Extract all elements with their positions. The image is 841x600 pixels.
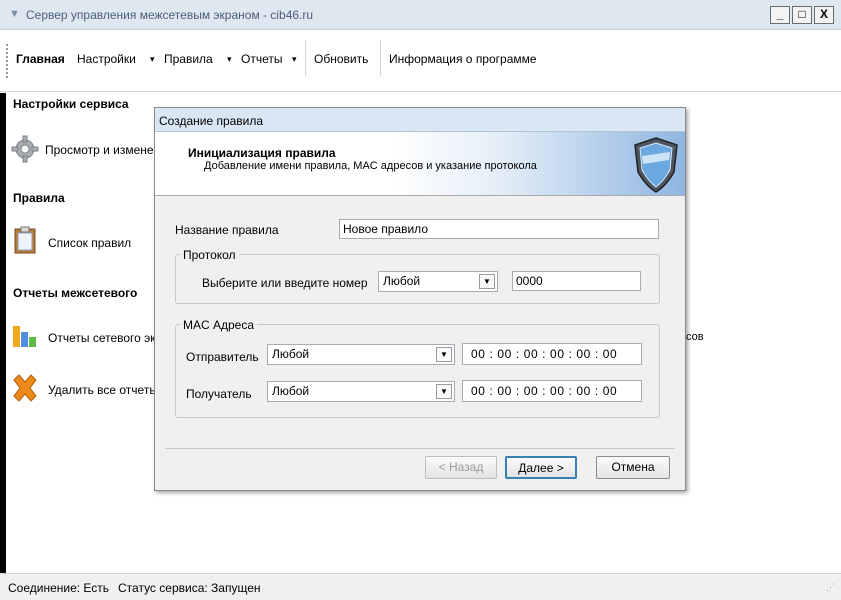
status-bar: Соединение: Есть Статус сервиса: Запущен [0,573,841,600]
sidebar-item-rule-list[interactable]: Список правил [48,236,131,250]
menu-separator [305,40,306,76]
protocol-group-label: Протокол [180,248,239,262]
window-titlebar: ▼ Сервер управления межсетевым экраном -… [0,0,841,30]
back-button[interactable]: < Назад [425,456,497,479]
chevron-down-icon[interactable]: ▼ [436,347,452,362]
chevron-down-icon[interactable]: ▼ [479,274,495,289]
rule-name-input[interactable]: Новое правило [339,219,659,239]
sidebar-header-reports: Отчеты межсетевого [13,286,138,300]
menu-rules-dropdown-icon[interactable]: ▾ [227,54,232,65]
bar-chart-icon [13,326,36,347]
menu-rules[interactable]: Правила [164,52,213,66]
window-title: Сервер управления межсетевым экраном - c… [26,8,314,22]
chevron-down-icon[interactable]: ▼ [436,384,452,399]
sidebar-item-view-edit[interactable]: Просмотр и измене [45,143,154,157]
protocol-select-value: Любой [383,274,421,288]
receiver-select-value: Любой [272,384,310,398]
menu-settings-dropdown-icon[interactable]: ▾ [150,54,155,65]
menu-refresh[interactable]: Обновить [314,52,368,66]
dialog-titlebar[interactable]: Создание правила [155,108,685,132]
protocol-select[interactable]: Любой ▼ [378,271,498,292]
maximize-button[interactable]: □ [792,6,812,24]
sender-select-value: Любой [272,347,310,361]
receiver-mac-input[interactable]: 00 : 00 : 00 : 00 : 00 : 00 [462,380,642,402]
service-status: Статус сервиса: Запущен [118,581,261,595]
menu-home[interactable]: Главная [16,52,65,66]
sender-mac-input[interactable]: 00 : 00 : 00 : 00 : 00 : 00 [462,343,642,365]
cancel-button[interactable]: Отмена [596,456,670,479]
resize-grip-icon[interactable]: ⋰ [826,582,835,593]
mac-group [175,324,660,418]
protocol-number-input[interactable]: 0000 [512,271,641,291]
dialog-subheading: Добавление имени правила, MAC адресов и … [204,160,537,172]
clipboard-icon [14,226,36,254]
shield-logo-icon [634,137,678,193]
receiver-select[interactable]: Любой ▼ [267,381,455,402]
dialog-header: Инициализация правила Добавление имени п… [155,132,685,196]
receiver-label: Получатель [186,387,252,401]
sidebar-header-rules: Правила [13,191,65,205]
sidebar-header-service-settings: Настройки сервиса [13,97,129,111]
sender-label: Отправитель [186,350,259,364]
delete-x-icon [13,374,37,402]
close-button[interactable]: X [814,6,834,24]
background-truncated-text: сов [686,331,704,343]
protocol-label: Выберите или введите номер [202,276,368,290]
menu-settings[interactable]: Настройки [77,52,136,66]
rule-name-label: Название правила [175,223,279,237]
connection-status: Соединение: Есть [8,581,110,595]
gear-icon [11,135,39,163]
dialog-heading: Инициализация правила [188,146,336,160]
sidebar-item-network-reports[interactable]: Отчеты сетевого эк [48,331,156,345]
button-divider [165,448,675,449]
sender-select[interactable]: Любой ▼ [267,344,455,365]
menu-reports[interactable]: Отчеты [241,52,282,66]
mac-group-label: MAC Адреса [180,318,258,332]
menu-reports-dropdown-icon[interactable]: ▾ [292,54,297,65]
menu-about[interactable]: Информация о программе [389,52,537,66]
create-rule-dialog: Создание правила Инициализация правила Д… [154,107,686,491]
minimize-button[interactable]: _ [770,6,790,24]
sidebar-item-delete-reports[interactable]: Удалить все отчеть [48,383,156,397]
app-shield-icon: ▼ [9,8,20,20]
toolbar-grip[interactable] [6,44,8,78]
next-button[interactable]: Далее > [505,456,577,479]
menu-separator [380,40,381,76]
dialog-title: Создание правила [159,114,264,128]
